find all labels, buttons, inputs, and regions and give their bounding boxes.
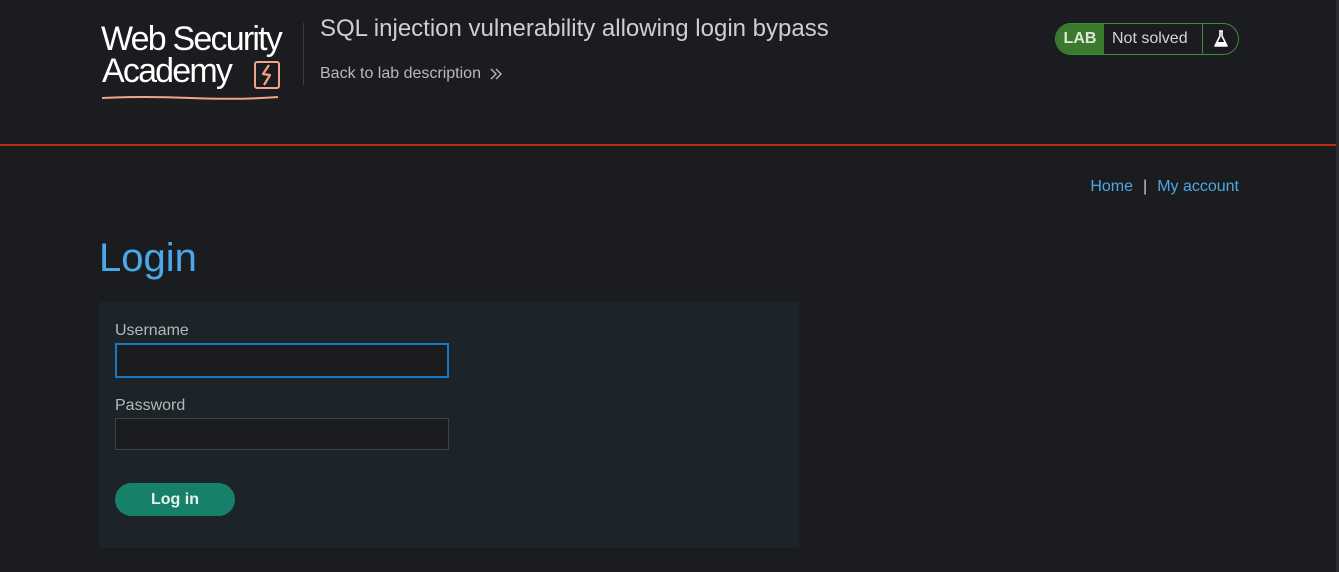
logo-text-line2: Academy bbox=[102, 52, 233, 90]
home-link[interactable]: Home bbox=[1090, 178, 1133, 196]
password-label: Password bbox=[115, 397, 186, 414]
back-to-lab-description-link[interactable]: Back to lab description bbox=[320, 65, 503, 83]
page-title: Login bbox=[99, 236, 197, 280]
top-navigation: Home | My account bbox=[1090, 178, 1239, 196]
site-header: Web Security Academy SQL injection vulne… bbox=[0, 0, 1336, 146]
username-label: Username bbox=[115, 322, 189, 339]
login-form: Username Password Log in bbox=[99, 302, 799, 548]
double-chevron-right-icon bbox=[489, 67, 503, 81]
username-input[interactable] bbox=[115, 343, 449, 378]
password-input[interactable] bbox=[115, 418, 449, 450]
nav-separator: | bbox=[1143, 178, 1148, 195]
flask-icon bbox=[1203, 24, 1238, 54]
my-account-link[interactable]: My account bbox=[1157, 178, 1239, 196]
lab-status-text: Not solved bbox=[1112, 30, 1188, 47]
logo-text-line1: Web Security bbox=[101, 20, 283, 58]
web-security-academy-logo[interactable]: Web Security Academy bbox=[101, 20, 301, 100]
lab-badge: LAB bbox=[1056, 24, 1104, 54]
lab-title: SQL injection vulnerability allowing log… bbox=[320, 15, 829, 42]
header-divider bbox=[303, 23, 304, 85]
lab-status-widget: LAB Not solved bbox=[1055, 23, 1239, 55]
login-button[interactable]: Log in bbox=[115, 483, 235, 516]
back-link-label: Back to lab description bbox=[320, 65, 481, 82]
logo-underline bbox=[101, 88, 279, 106]
